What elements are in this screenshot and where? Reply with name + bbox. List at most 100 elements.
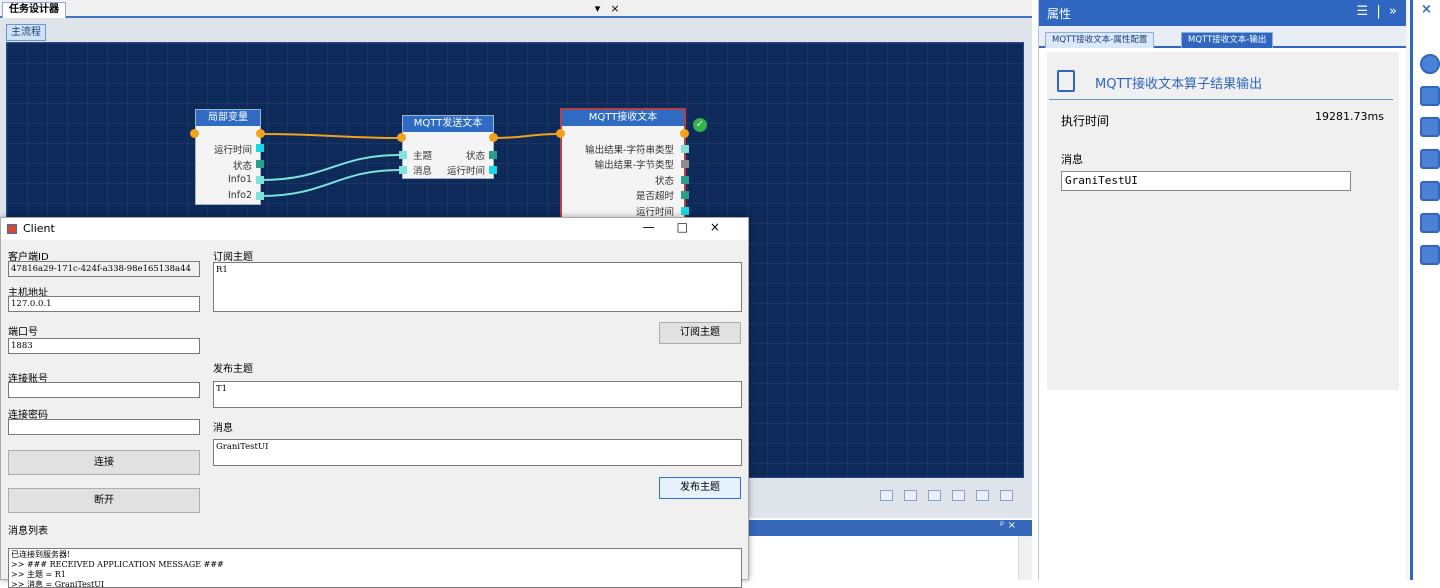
list-item: 已连接到服务器!	[11, 550, 71, 559]
output-port[interactable]	[681, 145, 689, 153]
document-tabbar: 任务设计器 ▾ ×	[0, 0, 1032, 18]
port-label: 状态	[465, 151, 485, 162]
node-mqtt-send[interactable]: MQTT发送文本 主题 消息 状态 运行时间	[399, 115, 497, 179]
align-icon[interactable]	[880, 490, 893, 501]
port-label: 输出结果-字节类型	[594, 160, 674, 171]
input-exec-port[interactable]	[397, 133, 406, 142]
connect-button[interactable]: 连接	[8, 450, 200, 475]
port-label: Info1	[227, 174, 252, 185]
node-mqtt-receive[interactable]: MQTT接收文本 输出结果-字符串类型 输出结果-字节类型 状态 是否超时 运行…	[560, 108, 689, 220]
close-icon[interactable]: ×	[1421, 2, 1432, 17]
layout-icon[interactable]	[1420, 149, 1440, 169]
panel-title: 属性	[1047, 7, 1072, 21]
group-icon[interactable]	[904, 490, 917, 501]
node-title: MQTT接收文本	[562, 110, 684, 126]
section-title: MQTT接收文本算子结果输出	[1095, 77, 1263, 92]
client-window: Client —□× 客户端ID 47816a29-171c-424f-a338…	[0, 217, 749, 588]
port-label: 消息	[413, 166, 433, 177]
port-field[interactable]: 1883	[8, 338, 200, 354]
copy-icon[interactable]	[928, 490, 941, 501]
port-label: 运行时间	[635, 207, 674, 218]
port-label: Info2	[227, 190, 252, 201]
pin-close-icon[interactable]: ᵖ ×	[1000, 520, 1016, 531]
clear-icon[interactable]	[1000, 490, 1013, 501]
publish-label: 发布主题	[213, 364, 253, 375]
port-label: 运行时间	[446, 166, 485, 177]
paste-icon[interactable]	[952, 490, 965, 501]
output-port[interactable]	[256, 192, 264, 200]
message-field[interactable]: GraniTestUI	[1061, 171, 1351, 191]
scrollbar[interactable]	[1018, 536, 1032, 580]
list-item: >> 主题 = R1	[11, 570, 66, 579]
window-controls[interactable]: —□×	[643, 220, 742, 234]
network-icon[interactable]	[1420, 54, 1440, 74]
client-id-field[interactable]: 47816a29-171c-424f-a338-98e165138a44	[8, 261, 200, 277]
dropdown-icon[interactable]: ▾	[591, 2, 605, 16]
output-port[interactable]	[681, 160, 689, 168]
input-exec-port[interactable]	[556, 129, 565, 138]
settings-icon[interactable]	[1420, 117, 1440, 137]
output-exec-port[interactable]	[256, 129, 265, 138]
output-panel	[748, 536, 1032, 580]
properties-tabs: MQTT接收文本-属性配置 MQTT接收文本-输出	[1039, 26, 1407, 48]
node-title: 局部变量	[196, 110, 260, 126]
checklist-icon[interactable]	[1420, 86, 1440, 106]
subscribe-topic-field[interactable]: R1	[213, 262, 742, 312]
port-label: 端口号	[8, 327, 38, 338]
output-port[interactable]	[256, 176, 264, 184]
input-port[interactable]	[399, 166, 407, 174]
close-icon[interactable]: ×	[608, 2, 622, 16]
success-check-icon: ✓	[693, 118, 707, 132]
tab-property-config[interactable]: MQTT接收文本-属性配置	[1045, 32, 1155, 48]
divider	[1049, 99, 1393, 100]
message-list-label: 消息列表	[8, 526, 48, 537]
app-icon	[7, 224, 17, 234]
list-icon[interactable]	[1420, 245, 1440, 265]
port-label: 是否超时	[635, 191, 674, 202]
output-port[interactable]	[489, 151, 497, 159]
node-local-variable[interactable]: 局部变量 运行时间 状态 Info1 Info2	[195, 109, 264, 205]
message-label: 消息	[1061, 153, 1083, 166]
properties-panel: 属性 ☰ | » MQTT接收文本-属性配置 MQTT接收文本-输出 MQTT接…	[1038, 0, 1407, 580]
input-port[interactable]	[399, 151, 407, 159]
menu-icon[interactable]: ☰ | »	[1356, 4, 1397, 19]
subscribe-label: 订阅主题	[213, 252, 253, 263]
tab-task-designer[interactable]: 任务设计器	[2, 2, 66, 18]
subscribe-button[interactable]: 订阅主题	[659, 322, 741, 344]
port-label: 运行时间	[213, 145, 252, 156]
message-list[interactable]: 已连接到服务器! >> ### RECEIVED APPLICATION MES…	[8, 548, 742, 588]
list-item: >> 消息 = GraniTestUI	[11, 580, 105, 588]
publish-button[interactable]: 发布主题	[659, 477, 741, 499]
input-exec-port[interactable]	[190, 129, 199, 138]
output-exec-port[interactable]	[680, 129, 689, 138]
output-port[interactable]	[256, 160, 264, 168]
port-label: 状态	[232, 161, 252, 172]
output-panel-header: ᵖ ×	[748, 520, 1032, 536]
output-port[interactable]	[681, 176, 689, 184]
document-icon	[1057, 70, 1075, 92]
exec-time-value: 19281.73ms	[1315, 110, 1384, 123]
message-field[interactable]: GraniTestUI	[213, 439, 742, 466]
port-label: 主题	[413, 151, 433, 162]
properties-header: 属性 ☰ | »	[1039, 0, 1407, 26]
window-title: Client	[23, 222, 55, 235]
account-field[interactable]	[8, 382, 200, 398]
disconnect-button[interactable]: 断开	[8, 488, 200, 513]
tab-output[interactable]: MQTT接收文本-输出	[1181, 32, 1274, 48]
layers-icon[interactable]	[1420, 181, 1440, 201]
delete-icon[interactable]	[976, 490, 989, 501]
output-port[interactable]	[489, 166, 497, 174]
output-port[interactable]	[256, 144, 264, 152]
output-port[interactable]	[681, 207, 689, 215]
output-exec-port[interactable]	[489, 133, 498, 142]
tab-main-flow[interactable]: 主流程	[6, 24, 46, 41]
warning-icon[interactable]	[1420, 213, 1440, 233]
message-label: 消息	[213, 423, 233, 434]
canvas-toolbar	[880, 490, 1030, 508]
password-field[interactable]	[8, 419, 200, 435]
publish-topic-field[interactable]: T1	[213, 381, 742, 408]
list-item: >> ### RECEIVED APPLICATION MESSAGE ###	[11, 560, 224, 569]
right-rail: ×	[1410, 0, 1440, 580]
host-field[interactable]: 127.0.0.1	[8, 296, 200, 312]
output-port[interactable]	[681, 191, 689, 199]
